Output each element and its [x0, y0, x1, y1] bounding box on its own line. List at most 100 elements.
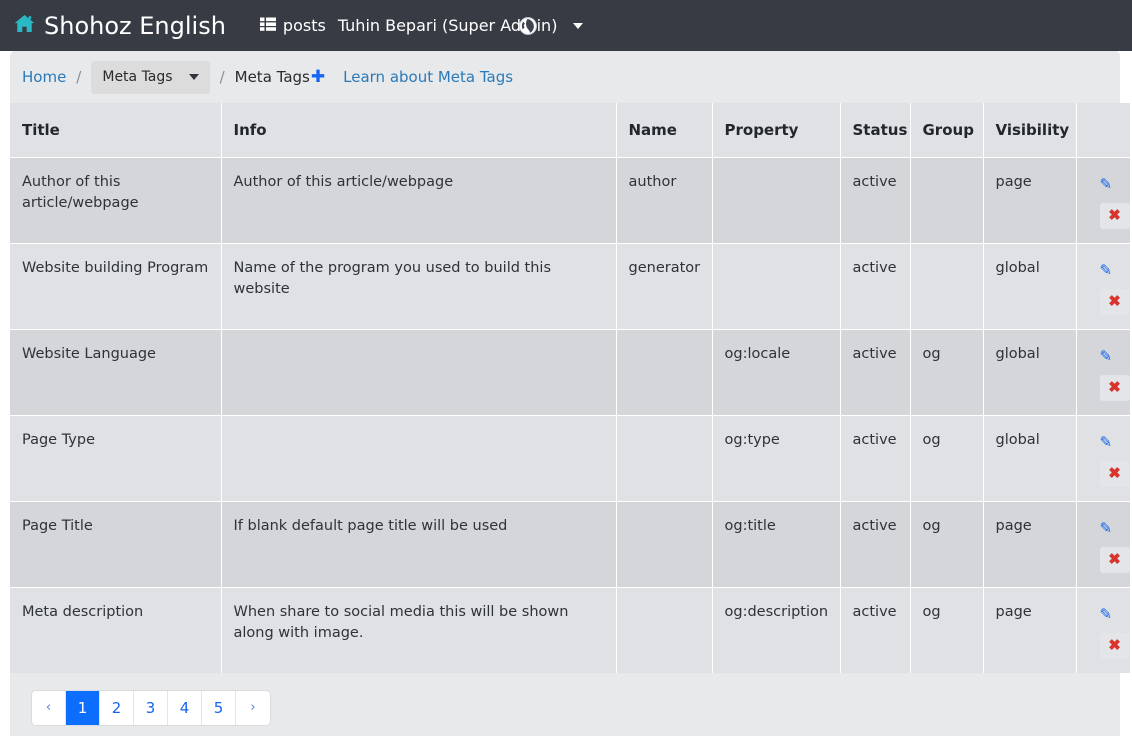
cell-visibility: global	[983, 243, 1076, 329]
column-header-visibility[interactable]: Visibility	[983, 103, 1076, 157]
caret-down-icon[interactable]	[573, 23, 583, 29]
x-mark-icon: ✖	[1108, 551, 1121, 568]
learn-about-meta-tags-link[interactable]: Learn about Meta Tags	[343, 68, 513, 86]
delete-button[interactable]: ✖	[1100, 375, 1130, 401]
table-row: Meta description When share to social me…	[10, 587, 1130, 673]
brand-home-link[interactable]: Shohoz English	[14, 14, 250, 38]
table-body: Author of this article/webpage Author of…	[10, 157, 1130, 673]
column-header-property[interactable]: Property	[712, 103, 840, 157]
breadcrumb: Home / Meta Tags / Meta Tags ✚ Learn abo…	[10, 51, 1120, 103]
table-row: Page Type og:type active og global ✎ ✖	[10, 415, 1130, 501]
pagination-page-4[interactable]: 4	[168, 691, 202, 725]
meta-tags-select[interactable]: Meta Tags	[91, 61, 209, 94]
x-mark-icon: ✖	[1108, 207, 1121, 224]
meta-tags-table: Title Info Name Property Status Group Vi…	[10, 103, 1130, 673]
cell-property	[712, 157, 840, 243]
cell-property	[712, 243, 840, 329]
cell-info	[221, 415, 616, 501]
cell-name	[616, 415, 712, 501]
cell-property: og:description	[712, 587, 840, 673]
list-icon	[260, 17, 276, 34]
cell-status: active	[840, 415, 910, 501]
cell-visibility: page	[983, 587, 1076, 673]
edit-button[interactable]: ✎	[1100, 344, 1132, 370]
cell-group	[910, 157, 983, 243]
pagination-next[interactable]: ›	[236, 691, 270, 725]
delete-button[interactable]: ✖	[1100, 547, 1130, 573]
cell-property: og:locale	[712, 329, 840, 415]
cell-info: Author of this article/webpage	[221, 157, 616, 243]
cell-name	[616, 329, 712, 415]
table-row: Website Language og:locale active og glo…	[10, 329, 1130, 415]
table-row: Website building Program Name of the pro…	[10, 243, 1130, 329]
cell-status: active	[840, 157, 910, 243]
pencil-icon: ✎	[1100, 262, 1113, 279]
cell-title: Page Title	[10, 501, 221, 587]
cell-title: Website building Program	[10, 243, 221, 329]
pagination-page-2[interactable]: 2	[100, 691, 134, 725]
pagination-page-1[interactable]: 1	[66, 691, 100, 725]
cell-name	[616, 501, 712, 587]
cell-name: author	[616, 157, 712, 243]
cell-group: og	[910, 587, 983, 673]
pagination-page-3[interactable]: 3	[134, 691, 168, 725]
cell-info: If blank default page title will be used	[221, 501, 616, 587]
pagination-wrapper: ‹ 1 2 3 4 5 ›	[10, 673, 1120, 725]
delete-button[interactable]: ✖	[1100, 461, 1130, 487]
delete-button[interactable]: ✖	[1100, 289, 1130, 315]
cell-group: og	[910, 329, 983, 415]
cell-title: Author of this article/webpage	[10, 157, 221, 243]
pencil-icon: ✎	[1100, 348, 1113, 365]
pagination-page-5[interactable]: 5	[202, 691, 236, 725]
delete-button[interactable]: ✖	[1100, 203, 1130, 229]
cell-status: active	[840, 243, 910, 329]
cell-info: Name of the program you used to build th…	[221, 243, 616, 329]
column-header-group[interactable]: Group	[910, 103, 983, 157]
cell-title: Page Type	[10, 415, 221, 501]
cell-actions: ✎ ✖	[1076, 157, 1130, 243]
edit-button[interactable]: ✎	[1100, 602, 1132, 628]
cell-visibility: global	[983, 415, 1076, 501]
edit-button[interactable]: ✎	[1100, 516, 1132, 542]
cell-actions: ✎ ✖	[1076, 501, 1130, 587]
column-header-actions	[1076, 103, 1130, 157]
x-mark-icon: ✖	[1108, 637, 1121, 654]
cell-group	[910, 243, 983, 329]
cell-title: Meta description	[10, 587, 221, 673]
edit-button[interactable]: ✎	[1100, 172, 1132, 198]
globe-icon	[518, 21, 538, 40]
cell-info	[221, 329, 616, 415]
home-icon	[14, 14, 35, 37]
cell-title: Website Language	[10, 329, 221, 415]
cell-actions: ✎ ✖	[1076, 415, 1130, 501]
cell-property: og:type	[712, 415, 840, 501]
meta-tags-select-label: Meta Tags	[102, 69, 172, 85]
breadcrumb-current: Meta Tags	[235, 68, 310, 86]
nav-posts-label: posts	[283, 16, 326, 35]
edit-button[interactable]: ✎	[1100, 258, 1132, 284]
delete-button[interactable]: ✖	[1100, 633, 1130, 659]
cell-status: active	[840, 501, 910, 587]
cell-visibility: page	[983, 501, 1076, 587]
column-header-info[interactable]: Info	[221, 103, 616, 157]
breadcrumb-separator-1: /	[76, 68, 81, 86]
x-mark-icon: ✖	[1108, 465, 1121, 482]
table-header-row: Title Info Name Property Status Group Vi…	[10, 103, 1130, 157]
cell-group: og	[910, 501, 983, 587]
table-row: Page Title If blank default page title w…	[10, 501, 1130, 587]
edit-button[interactable]: ✎	[1100, 430, 1132, 456]
x-mark-icon: ✖	[1108, 379, 1121, 396]
pagination-prev[interactable]: ‹	[32, 691, 66, 725]
column-header-name[interactable]: Name	[616, 103, 712, 157]
plus-icon[interactable]: ✚	[311, 69, 325, 86]
column-header-status[interactable]: Status	[840, 103, 910, 157]
cell-name	[616, 587, 712, 673]
language-globe-button[interactable]	[518, 16, 538, 36]
top-navbar: Shohoz English posts Tuhin Bepari (Super…	[0, 0, 1132, 51]
cell-visibility: global	[983, 329, 1076, 415]
cell-actions: ✎ ✖	[1076, 243, 1130, 329]
cell-visibility: page	[983, 157, 1076, 243]
breadcrumb-home-link[interactable]: Home	[22, 68, 66, 86]
table-row: Author of this article/webpage Author of…	[10, 157, 1130, 243]
column-header-title[interactable]: Title	[10, 103, 221, 157]
